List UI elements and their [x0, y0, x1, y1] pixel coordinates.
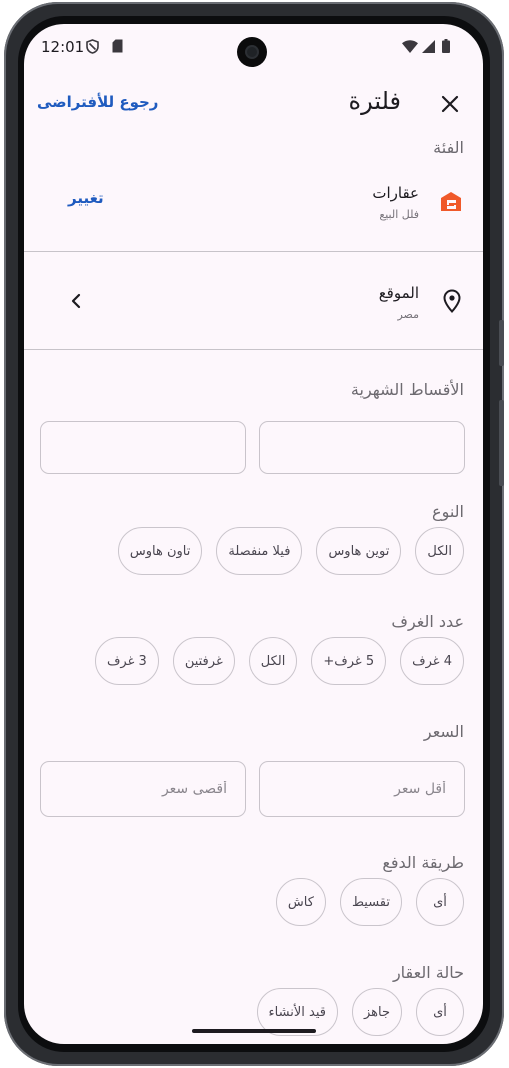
- change-category-button[interactable]: تغيير: [68, 189, 104, 207]
- location-label: الموقع: [378, 284, 419, 302]
- installments-min-field[interactable]: [259, 421, 465, 474]
- payment-chip-group: أى تقسيط كاش: [275, 878, 464, 926]
- type-chip-twin-house[interactable]: توين هاوس: [316, 527, 402, 575]
- category-section-label: الفئة: [433, 138, 464, 157]
- category-name: عقارات: [372, 184, 419, 202]
- power-button: [499, 320, 504, 366]
- divider: [24, 349, 483, 350]
- payment-chip-installment[interactable]: تقسيط: [339, 878, 402, 926]
- price-max-input[interactable]: [41, 762, 245, 816]
- chevron-left-icon[interactable]: [70, 293, 82, 309]
- rooms-chip-4[interactable]: 4 غرف: [400, 637, 464, 685]
- installments-min-input[interactable]: [260, 422, 464, 473]
- rooms-chip-group: 4 غرف 5 غرف+ الكل غرفتين 3 غرف: [94, 637, 464, 685]
- payment-chip-any[interactable]: أى: [416, 878, 464, 926]
- type-chip-group: الكل توين هاوس فيلا منفصلة تاون هاوس: [117, 527, 464, 575]
- condition-chip-any[interactable]: أى: [416, 988, 464, 1036]
- type-chip-standalone-villa[interactable]: فيلا منفصلة: [216, 527, 303, 575]
- rooms-chip-all[interactable]: الكل: [248, 637, 298, 685]
- price-max-field[interactable]: [40, 761, 246, 817]
- vpn-shield-icon: [86, 39, 99, 54]
- gesture-nav-bar[interactable]: [192, 1029, 316, 1033]
- rooms-chip-2[interactable]: غرفتين: [172, 637, 235, 685]
- status-time: 12:01: [41, 38, 85, 56]
- location-value: مصر: [397, 308, 419, 321]
- rooms-section-label: عدد الغرف: [391, 612, 464, 631]
- type-section-label: النوع: [432, 502, 464, 521]
- condition-chip-ready[interactable]: جاهز: [351, 988, 402, 1036]
- installments-section-label: الأقساط الشهرية: [350, 380, 464, 399]
- screen: 12:01 فلترة رجوع للأفتراضى الفئة عقارات …: [24, 24, 483, 1044]
- sim-card-icon: [112, 39, 123, 53]
- close-icon[interactable]: [439, 93, 461, 115]
- rooms-chip-5-plus[interactable]: 5 غرف+: [311, 637, 387, 685]
- real-estate-icon: [441, 192, 461, 211]
- price-section-label: السعر: [423, 722, 464, 741]
- installments-max-input[interactable]: [41, 422, 245, 473]
- location-pin-icon: [443, 289, 461, 313]
- location-row[interactable]: [24, 272, 483, 332]
- payment-section-label: طريقة الدفع: [382, 853, 464, 872]
- front-camera: [237, 37, 267, 67]
- type-chip-all[interactable]: الكل: [415, 527, 464, 575]
- divider: [24, 251, 483, 252]
- battery-icon: [442, 39, 450, 53]
- type-chip-town-house[interactable]: تاون هاوس: [117, 527, 203, 575]
- cellular-signal-icon: [422, 40, 435, 53]
- rooms-chip-3[interactable]: 3 غرف: [94, 637, 159, 685]
- installments-max-field[interactable]: [40, 421, 246, 474]
- subcategory-name: فلل البيع: [379, 208, 419, 221]
- reset-to-default-button[interactable]: رجوع للأفتراضى: [37, 93, 158, 111]
- volume-button: [499, 400, 504, 486]
- payment-chip-cash[interactable]: كاش: [275, 878, 326, 926]
- price-min-field[interactable]: [259, 761, 465, 817]
- condition-section-label: حالة العقار: [392, 963, 464, 982]
- wifi-icon: [402, 40, 418, 53]
- page-title: فلترة: [348, 87, 401, 115]
- price-min-input[interactable]: [260, 762, 464, 816]
